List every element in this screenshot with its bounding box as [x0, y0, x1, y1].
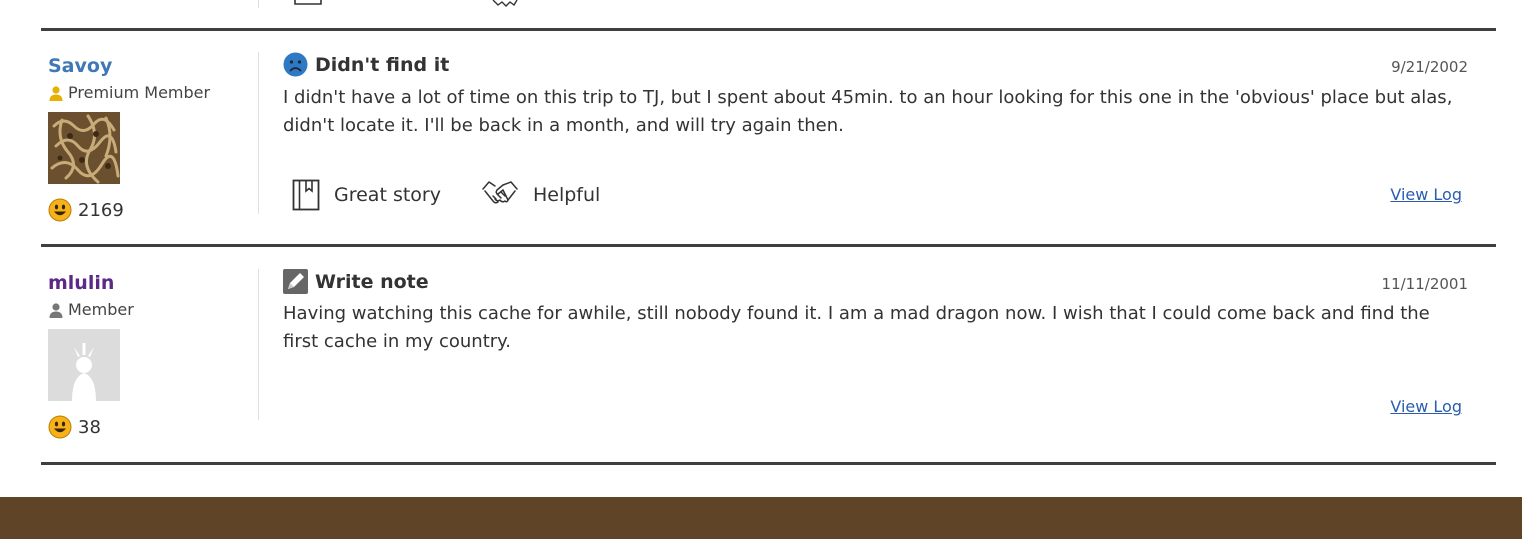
- rank-label: Member: [68, 300, 134, 319]
- smiley-icon: [48, 198, 72, 222]
- avatar[interactable]: [48, 329, 120, 401]
- page-footer: [0, 497, 1522, 539]
- frown-face-icon: [283, 52, 308, 77]
- smiley-icon: [48, 415, 72, 439]
- log-type: Write note: [283, 269, 429, 294]
- log-separator: [41, 462, 1496, 465]
- premium-member-icon: [49, 85, 63, 101]
- log-type-label: Write note: [315, 270, 429, 293]
- member-rank: Premium Member: [48, 83, 210, 102]
- log-reactions: Great story Helpful: [292, 177, 640, 213]
- find-count-value: 2169: [78, 199, 124, 221]
- previous-log-divider: [258, 0, 259, 8]
- pencil-note-icon: [283, 269, 308, 294]
- log-divider: [258, 52, 259, 214]
- default-avatar-image: [48, 329, 120, 401]
- username-link[interactable]: mlulin: [48, 272, 114, 294]
- find-count: 38: [48, 415, 101, 439]
- log-date: 11/11/2001: [1381, 275, 1468, 293]
- view-log-link[interactable]: View Log: [1390, 185, 1462, 204]
- member-icon: [49, 302, 63, 318]
- log-separator: [41, 244, 1496, 247]
- helpful-button[interactable]: Helpful: [481, 177, 600, 213]
- great-story-label: Great story: [334, 184, 441, 206]
- log-type: Didn't find it: [283, 52, 449, 77]
- find-count-value: 38: [78, 416, 101, 438]
- avatar-image: [48, 112, 120, 184]
- username-link[interactable]: Savoy: [48, 55, 112, 77]
- rank-label: Premium Member: [68, 83, 211, 102]
- log-divider: [258, 269, 259, 420]
- helpful-label: Helpful: [532, 184, 601, 206]
- log-text: Having watching this cache for awhile, s…: [283, 303, 1430, 352]
- great-story-button[interactable]: Great story: [292, 179, 441, 211]
- log-text: I didn't have a lot of time on this trip…: [283, 87, 1453, 136]
- log-separator: [41, 28, 1496, 31]
- view-log-link[interactable]: View Log: [1390, 397, 1462, 416]
- handshake-icon: [482, 181, 518, 204]
- log-date: 9/21/2002: [1391, 58, 1468, 76]
- member-rank: Member: [48, 300, 134, 319]
- avatar[interactable]: [48, 112, 120, 184]
- find-count: 2169: [48, 198, 124, 222]
- log-type-label: Didn't find it: [315, 53, 450, 76]
- great-story-icon-cropped: [294, 0, 322, 5]
- book-icon: [292, 179, 320, 211]
- handshake-icon-cropped: [492, 0, 518, 7]
